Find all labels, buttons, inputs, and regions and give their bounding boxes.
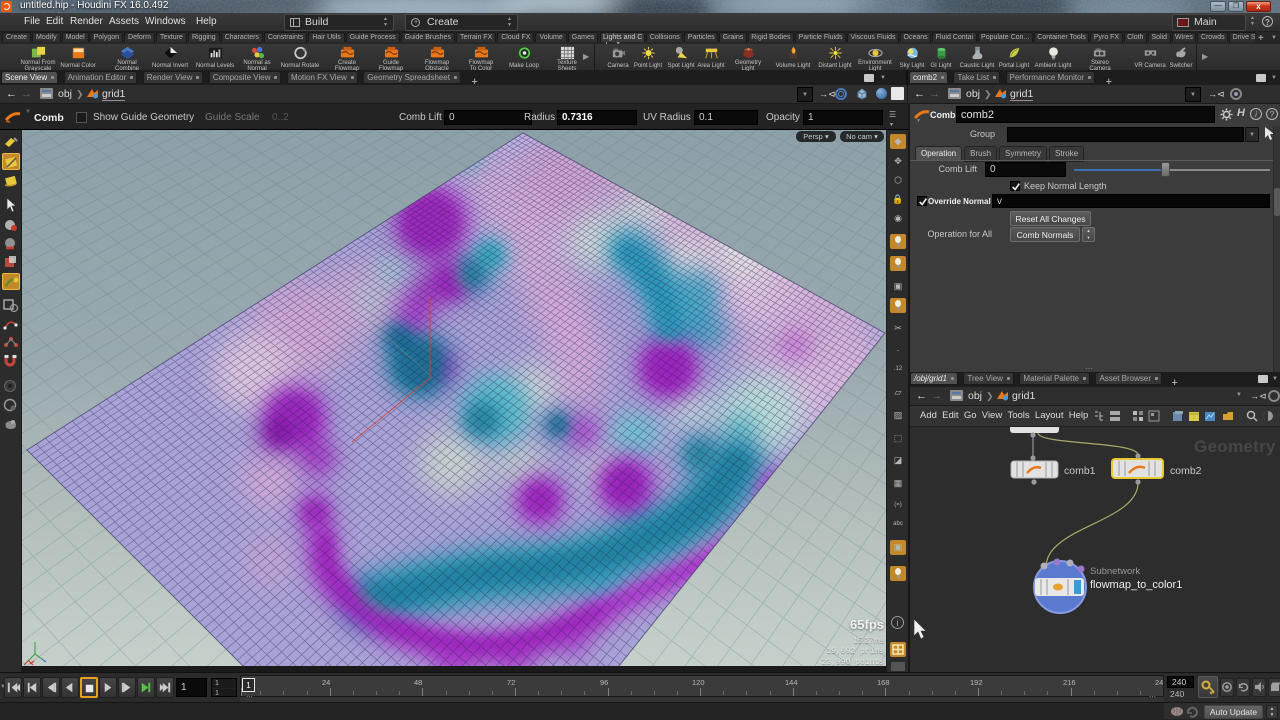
svg-text:comb1: comb1 <box>1064 465 1096 477</box>
svg-text:flowmap_to_color1: flowmap_to_color1 <box>1090 579 1182 591</box>
svg-text:Subnetwork: Subnetwork <box>1090 566 1140 577</box>
svg-text:comb2: comb2 <box>1170 465 1202 477</box>
